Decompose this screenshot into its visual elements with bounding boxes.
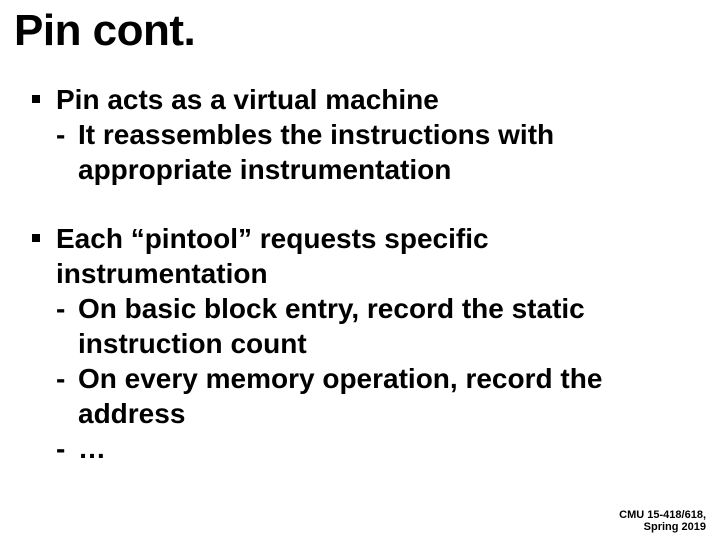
sub-bullet-item: On every memory operation, record the ad…: [56, 361, 706, 431]
sub-bullet-item: …: [56, 431, 706, 466]
slide-footer: CMU 15-418/618, Spring 2019: [619, 509, 706, 534]
bullet-item: Pin acts as a virtual machine It reassem…: [32, 82, 706, 187]
sub-bullet-item: It reassembles the instructions with app…: [56, 117, 706, 187]
sub-bullet-item: On basic block entry, record the static …: [56, 291, 706, 361]
bullet-text: Pin acts as a virtual machine: [56, 82, 706, 117]
footer-course: CMU 15-418/618,: [619, 509, 706, 522]
slide-body: Pin acts as a virtual machine It reassem…: [14, 82, 706, 466]
bullet-item: Each “pintool” requests specific instrum…: [32, 221, 706, 466]
bullet-text: Each “pintool” requests specific instrum…: [56, 221, 706, 291]
slide-title: Pin cont.: [14, 8, 706, 54]
footer-term: Spring 2019: [619, 521, 706, 534]
